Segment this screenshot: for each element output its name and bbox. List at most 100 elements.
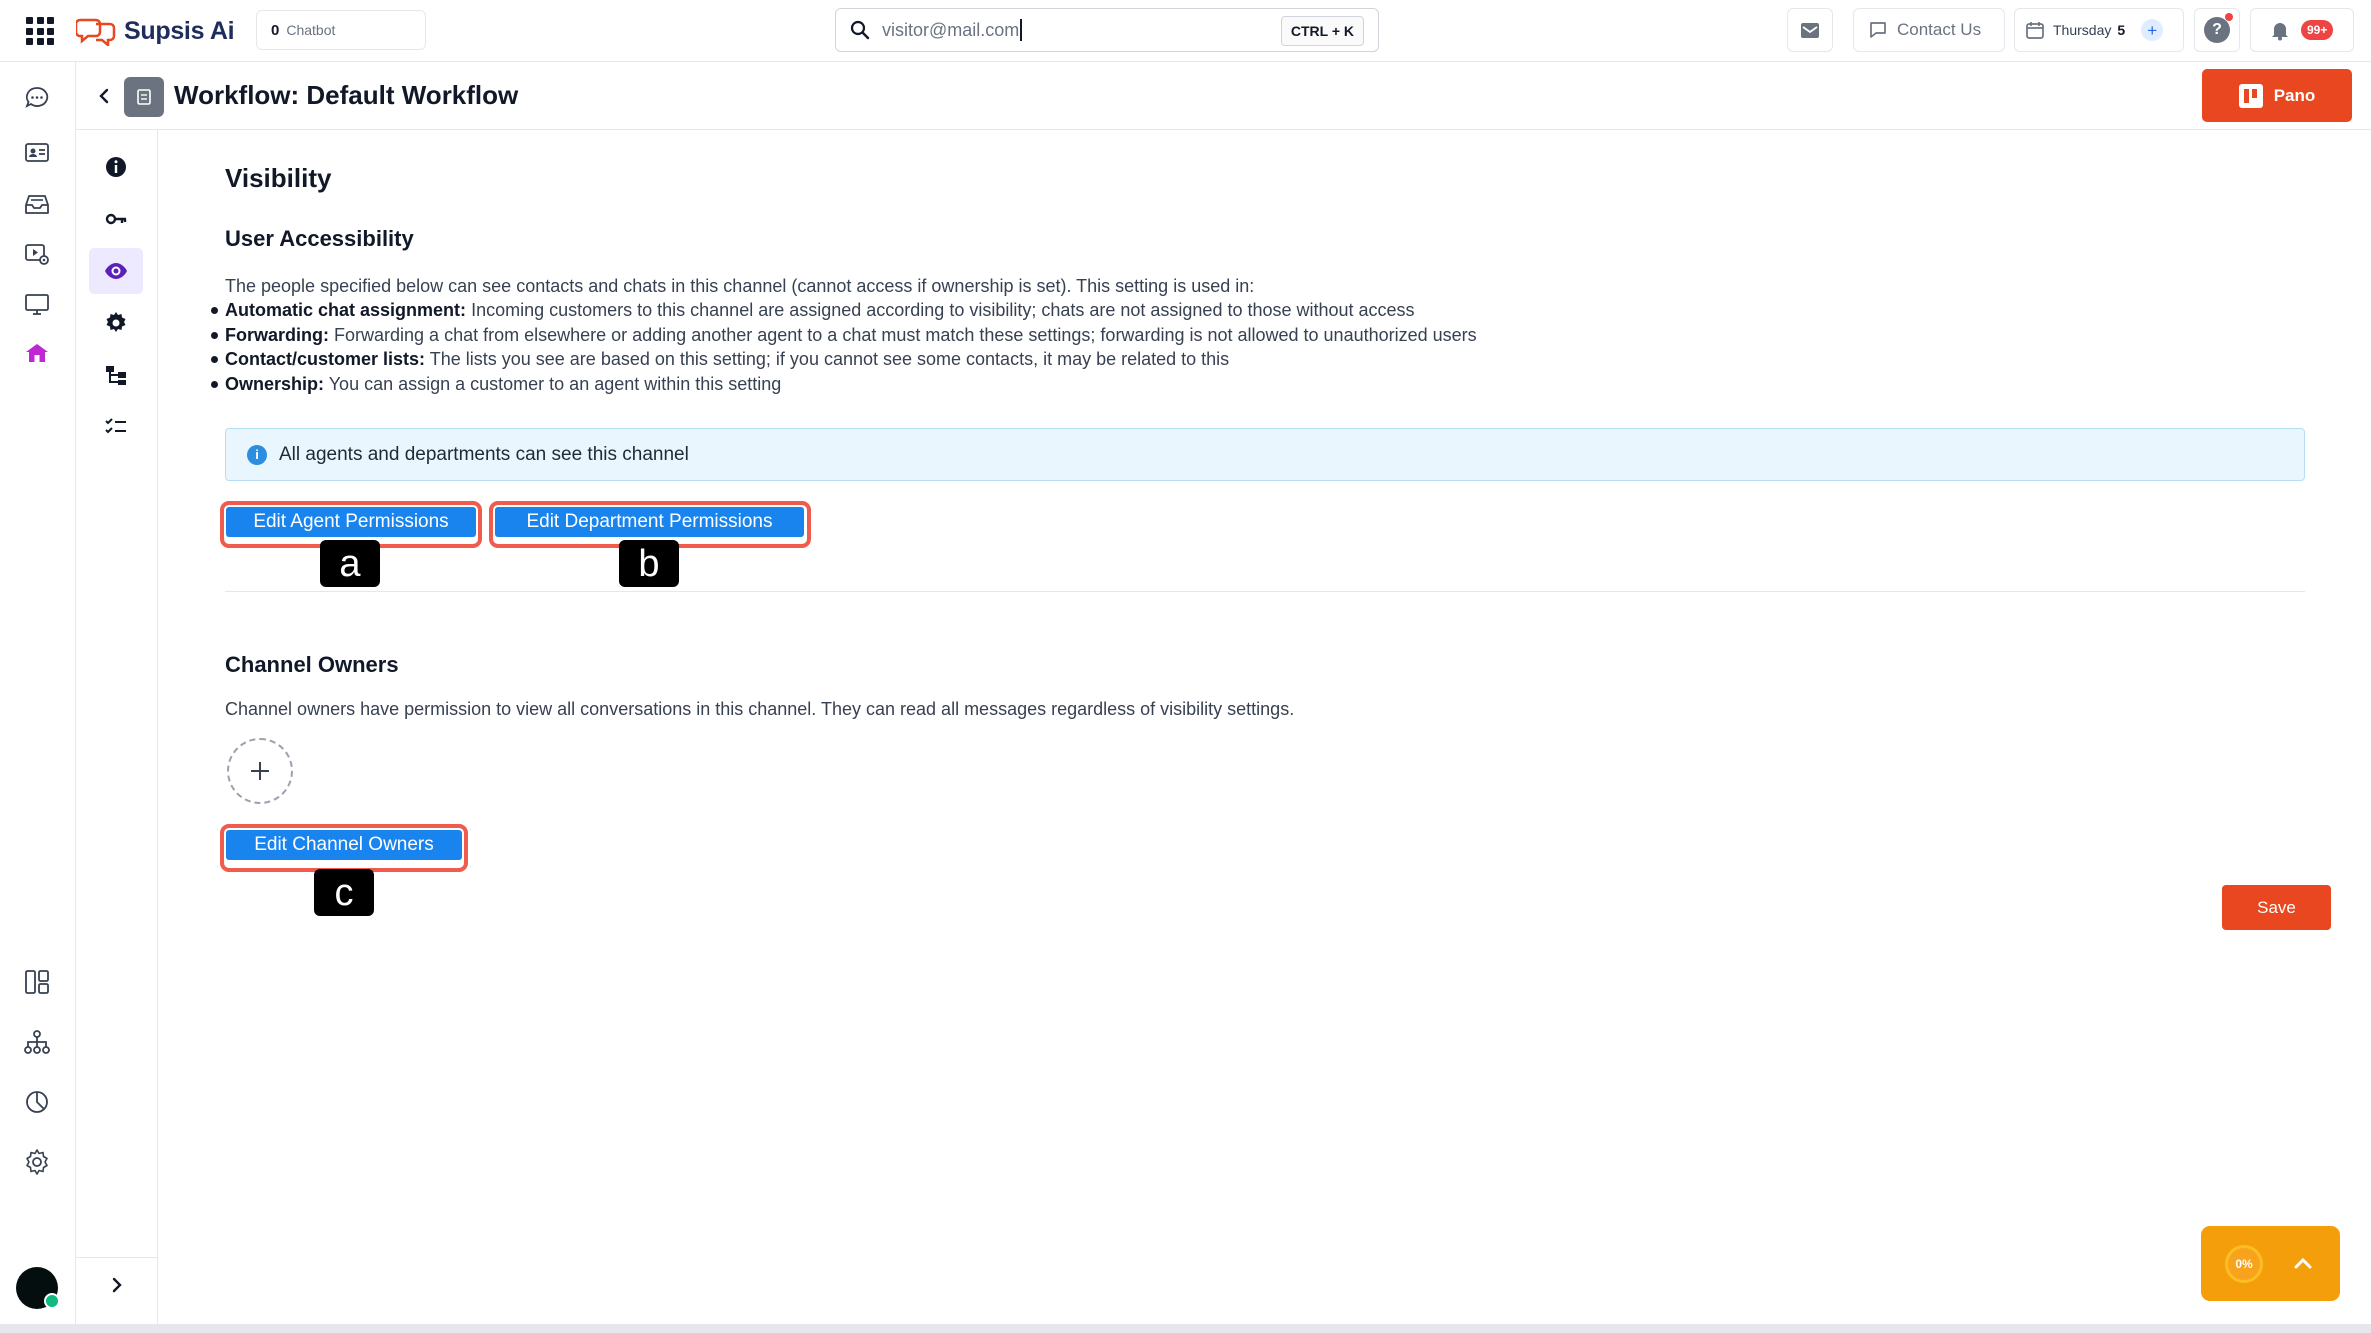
sidebar-item-contacts[interactable] (19, 134, 55, 170)
sidebar-item-hierarchy[interactable] (19, 1024, 55, 1060)
chat-icon (25, 87, 49, 108)
pano-label: Pano (2273, 85, 2316, 105)
info-alert-text: All agents and departments can see this … (279, 443, 689, 465)
visibility-description: The people specified below can see conta… (225, 276, 1255, 296)
search-value: visitor@mail.com (882, 19, 1023, 41)
list-item: Contact/customer lists: The lists you se… (211, 347, 1477, 372)
sidebar-item-home[interactable] (19, 336, 55, 372)
main-content: Visibility User Accessibility The people… (158, 130, 2371, 1324)
page-title: Workflow: Default Workflow (174, 80, 519, 110)
chat-bubble-icon (1870, 22, 1886, 38)
list-item: Ownership: You can assign a customer to … (211, 372, 1477, 397)
brand-logo[interactable]: Supsis Ai (76, 14, 235, 48)
page-header: Workflow: Default Workflow Pano (76, 62, 2371, 130)
mail-button[interactable] (1787, 8, 1833, 52)
contacts-icon (25, 143, 49, 162)
workflow-icon (106, 366, 126, 385)
sidebar-item-inbox[interactable] (19, 186, 55, 222)
monitor-icon (25, 294, 49, 315)
sidebar-item-chats[interactable] (19, 80, 55, 116)
checklist-icon (105, 418, 126, 434)
date-number: 5 (2117, 22, 2126, 38)
user-accessibility-heading: User Accessibility (225, 226, 414, 251)
help-icon: ? (2204, 13, 2233, 43)
contact-us-button[interactable]: Contact Us (1853, 8, 2005, 52)
info-icon (106, 157, 126, 177)
search-input[interactable]: visitor@mail.com CTRL + K (835, 8, 1379, 52)
visibility-usage-list: Automatic chat assignment: Incoming cust… (211, 298, 1477, 397)
annotation-label-a: a (320, 540, 380, 587)
bottom-strip (0, 1324, 2371, 1333)
annotation-label-b: b (619, 540, 679, 587)
onboarding-progress-widget[interactable]: 0% (2201, 1226, 2340, 1301)
date-widget[interactable]: Thursday 5 + (2014, 8, 2184, 52)
list-item: Forwarding: Forwarding a chat from elsew… (211, 323, 1477, 348)
search-shortcut: CTRL + K (1280, 16, 1364, 46)
search-icon (850, 20, 870, 40)
contact-us-label: Contact Us (1897, 20, 1982, 39)
section-divider (225, 591, 2305, 592)
reports-icon (26, 1091, 48, 1113)
chevron-right-icon (112, 1277, 122, 1293)
visibility-info-alert: i All agents and departments can see thi… (225, 428, 2305, 481)
plus-icon (251, 762, 269, 780)
settings-icon (26, 1149, 48, 1175)
rail-divider (76, 1257, 158, 1258)
sidebar-item-settings[interactable] (19, 1144, 55, 1180)
sidebar-item-media-settings[interactable] (19, 236, 55, 272)
notifications-button[interactable]: 99+ (2250, 8, 2354, 52)
info-circle-icon: i (247, 444, 267, 465)
apps-grid-icon[interactable] (26, 17, 54, 45)
rail-item-visibility[interactable] (89, 248, 143, 294)
rail-item-info[interactable] (89, 144, 143, 190)
media-settings-icon (25, 244, 49, 265)
rail-item-checklist[interactable] (89, 404, 143, 450)
edit-department-permissions-button[interactable]: Edit Department Permissions (495, 507, 804, 537)
top-bar: Supsis Ai 0 Chatbot visitor@mail.com CTR… (0, 0, 2371, 62)
chatbot-count: 0 (271, 21, 280, 39)
rail-item-settings[interactable] (89, 300, 143, 346)
pano-icon (2238, 83, 2263, 108)
calendar-icon (2026, 22, 2044, 39)
sidebar-item-layout[interactable] (19, 964, 55, 1000)
sidebar-item-monitor[interactable] (19, 286, 55, 322)
add-owner-button[interactable] (227, 738, 293, 804)
date-day: Thursday (2053, 22, 2112, 38)
chatbot-label: Chatbot (286, 22, 336, 38)
chevron-left-icon (99, 88, 109, 104)
edit-agent-permissions-button[interactable]: Edit Agent Permissions (226, 507, 476, 537)
rail-item-keys[interactable] (89, 196, 143, 242)
supsis-logo-icon (76, 18, 116, 46)
progress-ring: 0% (2225, 1244, 2263, 1283)
save-button[interactable]: Save (2222, 885, 2331, 930)
key-icon (105, 213, 127, 225)
chatbot-selector[interactable]: 0 Chatbot (256, 10, 426, 50)
visibility-heading: Visibility (225, 163, 332, 193)
rail-item-workflow[interactable] (89, 352, 143, 398)
edit-channel-owners-button[interactable]: Edit Channel Owners (226, 830, 462, 860)
layout-icon (25, 970, 49, 994)
add-event-button[interactable]: + (2141, 19, 2164, 41)
back-button[interactable] (90, 82, 118, 110)
help-button[interactable]: ? (2194, 8, 2240, 52)
rail-expand-button[interactable] (102, 1270, 132, 1300)
left-sidebar (0, 62, 76, 1326)
workflow-avatar-icon (124, 77, 164, 117)
gear-icon (106, 312, 126, 332)
pano-button[interactable]: Pano (2202, 69, 2352, 122)
brand-name: Supsis Ai (124, 16, 235, 45)
user-avatar[interactable] (16, 1267, 60, 1309)
inbox-icon (25, 195, 49, 214)
annotation-label-c: c (314, 869, 374, 916)
mail-icon (1801, 23, 1819, 38)
hierarchy-icon (24, 1030, 50, 1054)
sidebar-item-reports[interactable] (19, 1084, 55, 1120)
bell-icon (2272, 23, 2288, 41)
chevron-up-icon (2294, 1257, 2312, 1268)
settings-rail (76, 130, 158, 1324)
eye-icon (105, 263, 127, 279)
channel-owners-description: Channel owners have permission to view a… (225, 699, 1295, 719)
channel-owners-heading: Channel Owners (225, 652, 399, 677)
list-item: Automatic chat assignment: Incoming cust… (211, 298, 1477, 323)
home-icon (26, 344, 48, 362)
